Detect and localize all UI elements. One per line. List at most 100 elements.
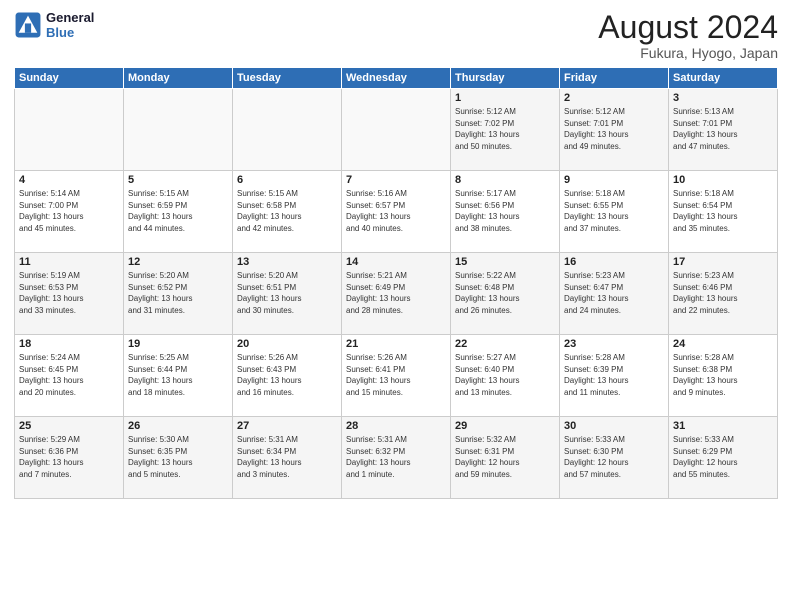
cal-cell: 28Sunrise: 5:31 AM Sunset: 6:32 PM Dayli…	[342, 417, 451, 499]
logo-text: General Blue	[46, 10, 94, 40]
cal-cell: 15 Sunrise: 5:22 AM Sunset: 6:48 PM Dayli…	[451, 253, 560, 335]
cell-info: Sunrise: 5:15 AM Sunset: 6:59 PM Dayligh…	[128, 188, 228, 234]
cal-cell: 18Sunrise: 5:24 AM Sunset: 6:45 PM Dayli…	[15, 335, 124, 417]
cell-info: Sunrise: 5:20 AM Sunset: 6:51 PM Dayligh…	[237, 270, 337, 316]
cell-info: Sunrise: 5:27 AM Sunset: 6:40 PM Dayligh…	[455, 352, 555, 398]
cal-cell: 3 Sunrise: 5:13 AM Sunset: 7:01 PM Daylig…	[669, 89, 778, 171]
day-number: 10	[673, 174, 773, 186]
cell-info: Sunrise: 5:19 AM Sunset: 6:53 PM Dayligh…	[19, 270, 119, 316]
day-number: 29	[455, 420, 555, 432]
day-number: 13	[237, 256, 337, 268]
cal-cell: 20Sunrise: 5:26 AM Sunset: 6:43 PM Dayli…	[233, 335, 342, 417]
day-number: 14	[346, 256, 446, 268]
cal-cell: 21 Sunrise: 5:26 AM Sunset: 6:41 PM Dayli…	[342, 335, 451, 417]
day-number: 5	[128, 174, 228, 186]
day-number: 25	[19, 420, 119, 432]
cell-info: Sunrise: 5:28 AM Sunset: 6:39 PM Dayligh…	[564, 352, 664, 398]
day-header-friday: Friday	[560, 68, 669, 89]
day-number: 7	[346, 174, 446, 186]
cell-info: Sunrise: 5:21 AM Sunset: 6:49 PM Dayligh…	[346, 270, 446, 316]
day-number: 19	[128, 338, 228, 350]
cal-cell: 13 Sunrise: 5:20 AM Sunset: 6:51 PM Dayli…	[233, 253, 342, 335]
day-number: 3	[673, 92, 773, 104]
logo: General Blue	[14, 10, 94, 40]
day-number: 16	[564, 256, 664, 268]
day-number: 15	[455, 256, 555, 268]
day-header-tuesday: Tuesday	[233, 68, 342, 89]
cell-info: Sunrise: 5:31 AM Sunset: 6:32 PM Dayligh…	[346, 434, 446, 480]
cal-cell: 29Sunrise: 5:32 AM Sunset: 6:31 PM Dayli…	[451, 417, 560, 499]
cal-cell	[124, 89, 233, 171]
cell-info: Sunrise: 5:33 AM Sunset: 6:29 PM Dayligh…	[673, 434, 773, 480]
cell-info: Sunrise: 5:23 AM Sunset: 6:46 PM Dayligh…	[673, 270, 773, 316]
day-header-thursday: Thursday	[451, 68, 560, 89]
cell-info: Sunrise: 5:17 AM Sunset: 6:56 PM Dayligh…	[455, 188, 555, 234]
cal-cell: 16Sunrise: 5:23 AM Sunset: 6:47 PM Dayli…	[560, 253, 669, 335]
cell-info: Sunrise: 5:28 AM Sunset: 6:38 PM Dayligh…	[673, 352, 773, 398]
cal-cell: 19 Sunrise: 5:25 AM Sunset: 6:44 PM Dayli…	[124, 335, 233, 417]
cell-info: Sunrise: 5:18 AM Sunset: 6:55 PM Dayligh…	[564, 188, 664, 234]
cal-cell: 22 Sunrise: 5:27 AM Sunset: 6:40 PM Dayli…	[451, 335, 560, 417]
cal-cell: 31 Sunrise: 5:33 AM Sunset: 6:29 PM Dayli…	[669, 417, 778, 499]
day-header-sunday: Sunday	[15, 68, 124, 89]
cell-info: Sunrise: 5:26 AM Sunset: 6:41 PM Dayligh…	[346, 352, 446, 398]
cell-info: Sunrise: 5:16 AM Sunset: 6:57 PM Dayligh…	[346, 188, 446, 234]
week-row-4: 18Sunrise: 5:24 AM Sunset: 6:45 PM Dayli…	[15, 335, 778, 417]
cell-info: Sunrise: 5:22 AM Sunset: 6:48 PM Dayligh…	[455, 270, 555, 316]
cal-cell: 14 Sunrise: 5:21 AM Sunset: 6:49 PM Dayli…	[342, 253, 451, 335]
day-header-monday: Monday	[124, 68, 233, 89]
day-number: 31	[673, 420, 773, 432]
day-number: 22	[455, 338, 555, 350]
cal-cell: 6 Sunrise: 5:15 AM Sunset: 6:58 PM Daylig…	[233, 171, 342, 253]
cell-info: Sunrise: 5:18 AM Sunset: 6:54 PM Dayligh…	[673, 188, 773, 234]
day-header-wednesday: Wednesday	[342, 68, 451, 89]
week-row-5: 25Sunrise: 5:29 AM Sunset: 6:36 PM Dayli…	[15, 417, 778, 499]
day-number: 1	[455, 92, 555, 104]
cell-info: Sunrise: 5:12 AM Sunset: 7:02 PM Dayligh…	[455, 106, 555, 152]
week-row-3: 11Sunrise: 5:19 AM Sunset: 6:53 PM Dayli…	[15, 253, 778, 335]
day-number: 20	[237, 338, 337, 350]
cell-info: Sunrise: 5:12 AM Sunset: 7:01 PM Dayligh…	[564, 106, 664, 152]
week-row-1: 1 Sunrise: 5:12 AM Sunset: 7:02 PM Daylig…	[15, 89, 778, 171]
day-number: 21	[346, 338, 446, 350]
cal-cell: 17 Sunrise: 5:23 AM Sunset: 6:46 PM Dayli…	[669, 253, 778, 335]
day-number: 9	[564, 174, 664, 186]
cal-cell: 26 Sunrise: 5:30 AM Sunset: 6:35 PM Dayli…	[124, 417, 233, 499]
cal-cell: 11Sunrise: 5:19 AM Sunset: 6:53 PM Dayli…	[15, 253, 124, 335]
title-block: August 2024 Fukura, Hyogo, Japan	[598, 10, 778, 61]
day-number: 8	[455, 174, 555, 186]
day-number: 6	[237, 174, 337, 186]
day-number: 2	[564, 92, 664, 104]
cal-cell: 5 Sunrise: 5:15 AM Sunset: 6:59 PM Daylig…	[124, 171, 233, 253]
cal-cell: 8 Sunrise: 5:17 AM Sunset: 6:56 PM Daylig…	[451, 171, 560, 253]
day-number: 17	[673, 256, 773, 268]
cal-cell: 1 Sunrise: 5:12 AM Sunset: 7:02 PM Daylig…	[451, 89, 560, 171]
cal-cell: 30Sunrise: 5:33 AM Sunset: 6:30 PM Dayli…	[560, 417, 669, 499]
cell-info: Sunrise: 5:13 AM Sunset: 7:01 PM Dayligh…	[673, 106, 773, 152]
main-title: August 2024	[598, 10, 778, 45]
cell-info: Sunrise: 5:30 AM Sunset: 6:35 PM Dayligh…	[128, 434, 228, 480]
cell-info: Sunrise: 5:25 AM Sunset: 6:44 PM Dayligh…	[128, 352, 228, 398]
calendar-page: General Blue August 2024 Fukura, Hyogo, …	[0, 0, 792, 612]
cal-cell: 4 Sunrise: 5:14 AM Sunset: 7:00 PM Daylig…	[15, 171, 124, 253]
header: General Blue August 2024 Fukura, Hyogo, …	[14, 10, 778, 61]
header-row: SundayMondayTuesdayWednesdayThursdayFrid…	[15, 68, 778, 89]
day-number: 24	[673, 338, 773, 350]
cal-cell: 7 Sunrise: 5:16 AM Sunset: 6:57 PM Daylig…	[342, 171, 451, 253]
day-number: 4	[19, 174, 119, 186]
cal-cell	[342, 89, 451, 171]
logo-icon	[14, 11, 42, 39]
day-number: 26	[128, 420, 228, 432]
cal-cell: 12Sunrise: 5:20 AM Sunset: 6:52 PM Dayli…	[124, 253, 233, 335]
day-number: 23	[564, 338, 664, 350]
cell-info: Sunrise: 5:14 AM Sunset: 7:00 PM Dayligh…	[19, 188, 119, 234]
cell-info: Sunrise: 5:31 AM Sunset: 6:34 PM Dayligh…	[237, 434, 337, 480]
day-number: 18	[19, 338, 119, 350]
cell-info: Sunrise: 5:15 AM Sunset: 6:58 PM Dayligh…	[237, 188, 337, 234]
day-header-saturday: Saturday	[669, 68, 778, 89]
cal-cell: 23 Sunrise: 5:28 AM Sunset: 6:39 PM Dayli…	[560, 335, 669, 417]
calendar-table: SundayMondayTuesdayWednesdayThursdayFrid…	[14, 67, 778, 499]
week-row-2: 4 Sunrise: 5:14 AM Sunset: 7:00 PM Daylig…	[15, 171, 778, 253]
day-number: 27	[237, 420, 337, 432]
cal-cell: 9 Sunrise: 5:18 AM Sunset: 6:55 PM Daylig…	[560, 171, 669, 253]
